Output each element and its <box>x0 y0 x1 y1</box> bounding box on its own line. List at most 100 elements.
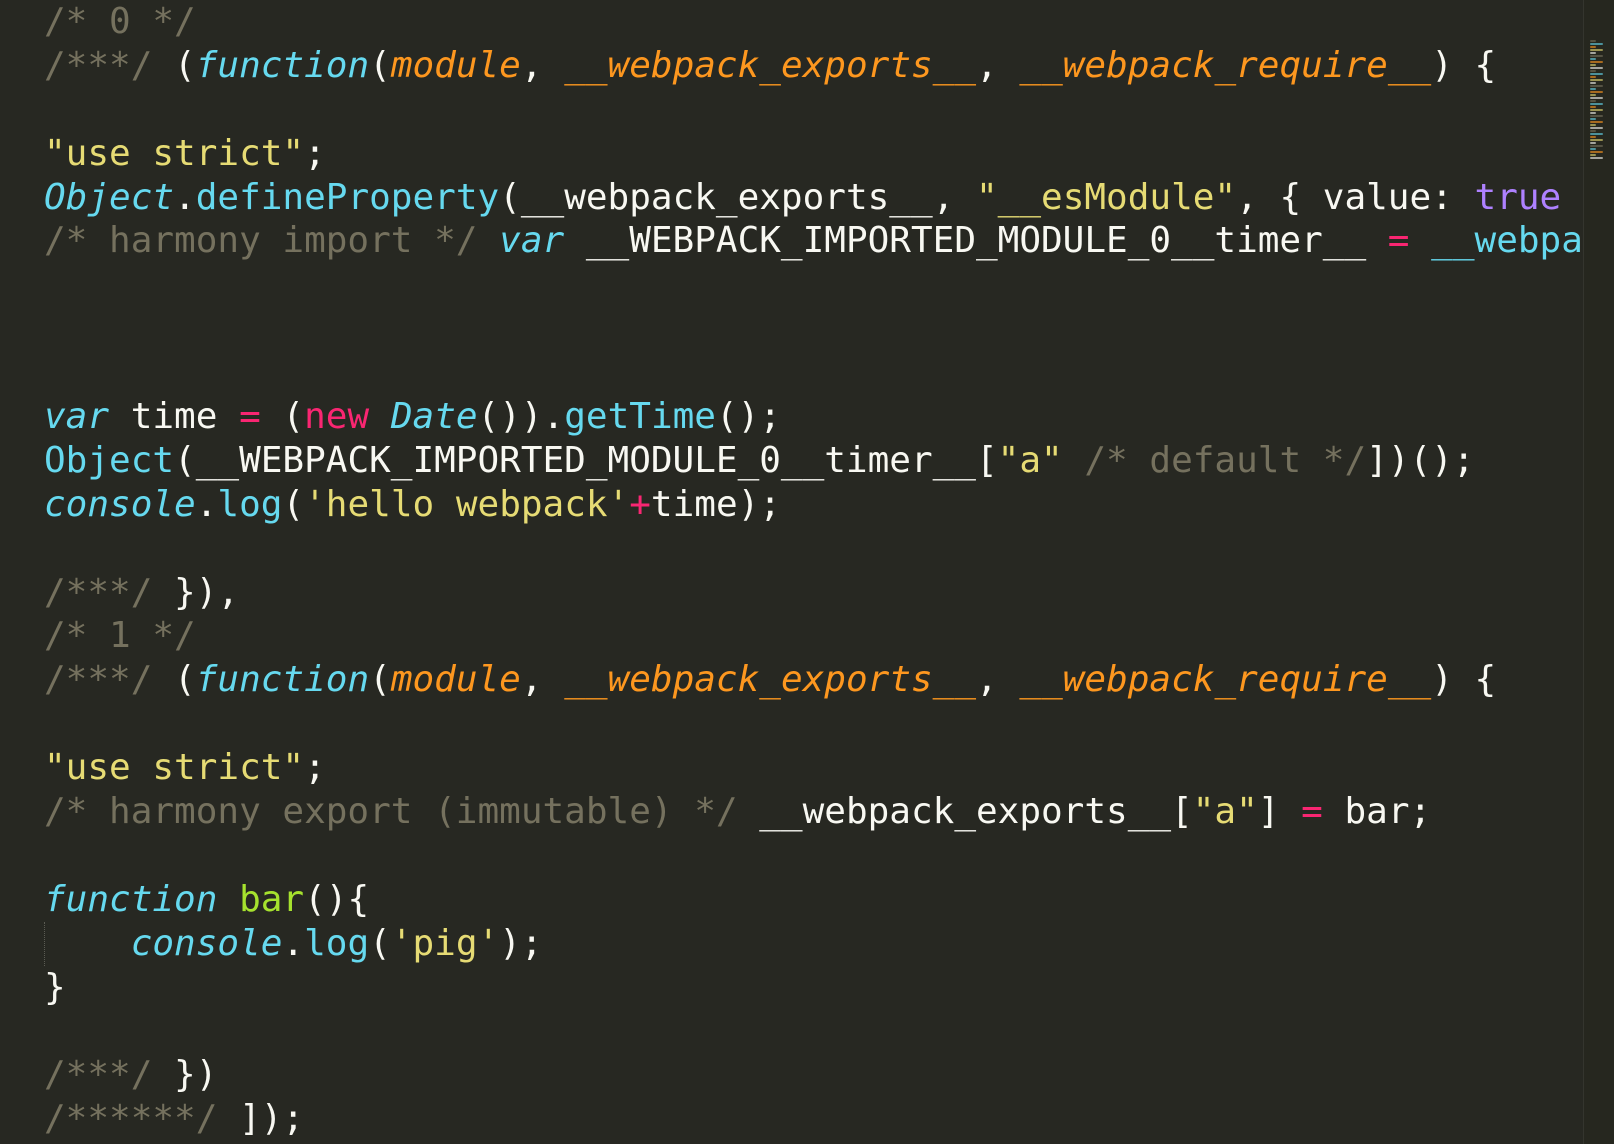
code-token-plain: (__webpack_exports__, <box>499 176 976 218</box>
code-line[interactable]: Object.defineProperty(__webpack_exports_… <box>44 176 1584 220</box>
code-line[interactable]: /******/ ]); <box>44 1097 1584 1141</box>
minimap-mark <box>1590 73 1603 75</box>
code-line[interactable]: "use strict"; <box>44 132 1584 176</box>
code-token-plain: ) { <box>1431 44 1497 86</box>
code-token-keyword: __webpac <box>1431 220 1584 262</box>
code-line[interactable]: /***/ }), <box>44 571 1584 615</box>
code-line[interactable]: ​ <box>44 88 1584 132</box>
code-token-plain: }), <box>174 571 240 613</box>
code-token-plain: bar; <box>1322 791 1432 833</box>
code-line[interactable]: ​ <box>44 263 1584 307</box>
code-token-pink: = <box>1301 791 1323 833</box>
code-line[interactable]: ​ <box>44 834 1584 878</box>
minimap-mark <box>1590 127 1603 129</box>
minimap-mark <box>1590 76 1596 78</box>
code-line[interactable]: ​ <box>44 702 1584 746</box>
code-token-plain: , <box>520 44 565 86</box>
code-token-string: "use strict" <box>44 132 305 174</box>
code-line[interactable]: /* harmony export (immutable) */ __webpa… <box>44 790 1584 834</box>
code-token-plain: ( <box>369 659 391 701</box>
code-editor[interactable]: /* 0 *//***/ (function(module, __webpack… <box>0 0 1614 1144</box>
minimap-mark <box>1590 85 1603 87</box>
minimap-mark <box>1590 154 1596 156</box>
code-token-plain: . <box>282 922 305 964</box>
minimap[interactable] <box>1583 0 1614 1144</box>
minimap-mark <box>1590 100 1596 102</box>
code-line[interactable]: /***/ }) <box>44 1053 1584 1097</box>
code-token-string: "__esModule" <box>976 176 1237 218</box>
minimap-mark <box>1590 49 1603 51</box>
code-token-keyword-italic: function <box>195 659 370 701</box>
code-token-keyword-italic: var <box>499 220 565 262</box>
code-line[interactable]: var time = (new Date()).getTime(); <box>44 395 1584 439</box>
code-token-comment: /* 1 */ <box>44 615 196 657</box>
code-token-plain: ( <box>369 44 391 86</box>
minimap-mark <box>1590 106 1596 108</box>
minimap-mark <box>1590 130 1596 132</box>
code-token-plain: }) <box>174 1054 218 1096</box>
code-token-keyword: log <box>304 922 370 964</box>
code-line[interactable]: /***/ (function(module, __webpack_export… <box>44 658 1584 702</box>
code-token-plain: (); <box>715 396 781 438</box>
code-token-plain: } <box>44 966 66 1008</box>
code-token-pink: = <box>1387 220 1410 262</box>
code-line[interactable]: console.log('hello webpack'+time); <box>44 483 1584 527</box>
minimap-mark <box>1590 70 1596 72</box>
code-token-plain: __WEBPACK_IMPORTED_MODULE_0__timer__ <box>564 220 1388 262</box>
code-line[interactable]: /***/ (function(module, __webpack_export… <box>44 44 1584 88</box>
minimap-mark <box>1590 97 1603 99</box>
code-token-plain: ; <box>304 132 326 174</box>
code-line[interactable]: /* harmony import */ var __WEBPACK_IMPOR… <box>44 219 1584 263</box>
code-line[interactable]: /* 1 */ <box>44 614 1584 658</box>
code-line[interactable]: ​ <box>44 307 1584 351</box>
minimap-mark <box>1590 94 1596 96</box>
minimap-mark <box>1590 82 1596 84</box>
code-line[interactable]: "use strict"; <box>44 746 1584 790</box>
code-token-pink: = <box>239 396 261 438</box>
minimap-mark <box>1590 109 1603 111</box>
code-token-plain: ( <box>260 396 305 438</box>
code-token-keyword: log <box>217 483 283 525</box>
code-token-fname: bar <box>239 878 305 920</box>
minimap-mark <box>1590 145 1603 147</box>
minimap-mark <box>1590 58 1596 60</box>
code-token-keyword-italic: function <box>195 44 370 86</box>
code-line[interactable]: ​ <box>44 351 1584 395</box>
code-token-plain: , { value: <box>1236 176 1475 218</box>
code-token-keyword: Object <box>44 439 175 481</box>
code-token-plain: ); <box>499 922 543 964</box>
code-token-plain: ()). <box>477 396 565 438</box>
code-token-comment: /* harmony export (immutable) */ <box>44 791 760 833</box>
code-line[interactable]: console.log('pig'); <box>44 921 1584 966</box>
code-token-constant: true <box>1474 176 1562 218</box>
code-token-comment: /***/ <box>44 659 175 701</box>
code-line[interactable]: ​ <box>44 1009 1584 1053</box>
code-line[interactable]: Object(__WEBPACK_IMPORTED_MODULE_0__time… <box>44 439 1584 483</box>
code-line[interactable]: } <box>44 966 1584 1010</box>
code-token-plain: ( <box>282 483 305 525</box>
code-token-plain: (){ <box>304 878 370 920</box>
code-token-plain: ] <box>1257 791 1302 833</box>
code-line[interactable]: function bar(){ <box>44 878 1584 922</box>
minimap-mark <box>1590 112 1596 114</box>
code-token-pink: new <box>304 396 370 438</box>
code-line[interactable]: ​ <box>44 527 1584 571</box>
code-token-plain: . <box>174 176 196 218</box>
code-token-comment: /* default */ <box>1084 439 1367 481</box>
code-token-plain: } <box>1561 177 1584 218</box>
code-token-comment: /***/ <box>44 1054 175 1096</box>
minimap-mark <box>1590 43 1603 45</box>
code-token-plain: , <box>976 659 1020 701</box>
code-token-param: __webpack_exports__ <box>564 659 977 701</box>
code-token-plain: ) { <box>1431 659 1497 701</box>
code-token-plain: ( <box>369 922 391 964</box>
code-token-param: __webpack_exports__ <box>564 44 977 86</box>
code-line[interactable]: /* 0 */ <box>44 0 1584 44</box>
code-area[interactable]: /* 0 *//***/ (function(module, __webpack… <box>44 0 1584 1144</box>
code-token-param: __webpack_require__ <box>1019 44 1432 86</box>
code-token-string: 'pig' <box>390 922 500 964</box>
minimap-mark <box>1590 142 1596 144</box>
